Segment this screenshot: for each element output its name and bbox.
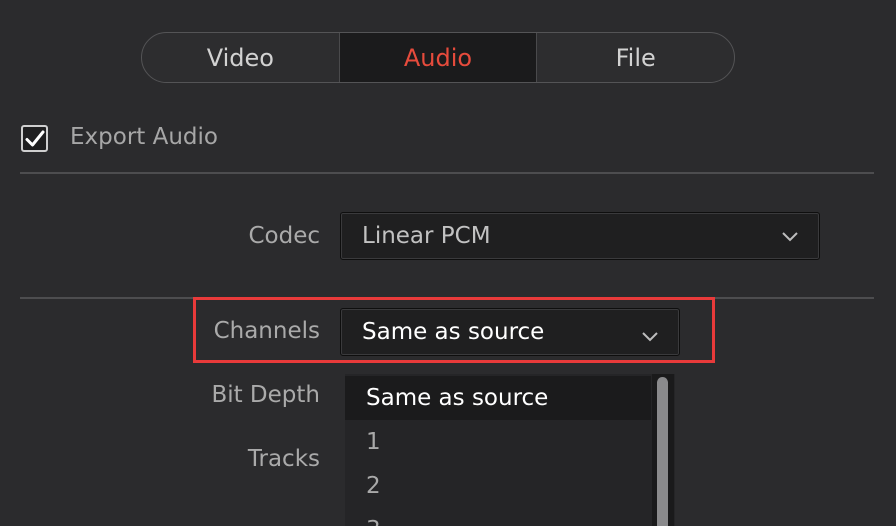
codec-select[interactable]: Linear PCM <box>340 212 820 260</box>
export-tabs: Video Audio File <box>141 32 735 83</box>
chevron-down-icon <box>782 232 798 242</box>
codec-value: Linear PCM <box>362 223 491 249</box>
channels-highlight-box <box>193 297 715 363</box>
codec-label: Codec <box>248 223 320 249</box>
dropdown-option-2[interactable]: 2 <box>345 464 651 508</box>
dropdown-scrollbar-thumb[interactable] <box>657 377 668 526</box>
tracks-label: Tracks <box>247 446 320 472</box>
dropdown-option-3[interactable]: 3 <box>345 508 651 526</box>
export-audio-checkbox[interactable] <box>21 125 48 152</box>
export-audio-label: Export Audio <box>70 124 218 150</box>
dropdown-option-1[interactable]: 1 <box>345 420 651 464</box>
check-icon <box>25 130 44 146</box>
section-divider <box>20 172 874 174</box>
bit-depth-label: Bit Depth <box>211 382 320 408</box>
tab-file[interactable]: File <box>536 33 734 82</box>
channels-dropdown-list: Same as source 1 2 3 <box>345 374 675 526</box>
tab-video[interactable]: Video <box>142 33 339 82</box>
tab-audio[interactable]: Audio <box>338 33 537 82</box>
dropdown-option-same-as-source[interactable]: Same as source <box>345 376 651 420</box>
